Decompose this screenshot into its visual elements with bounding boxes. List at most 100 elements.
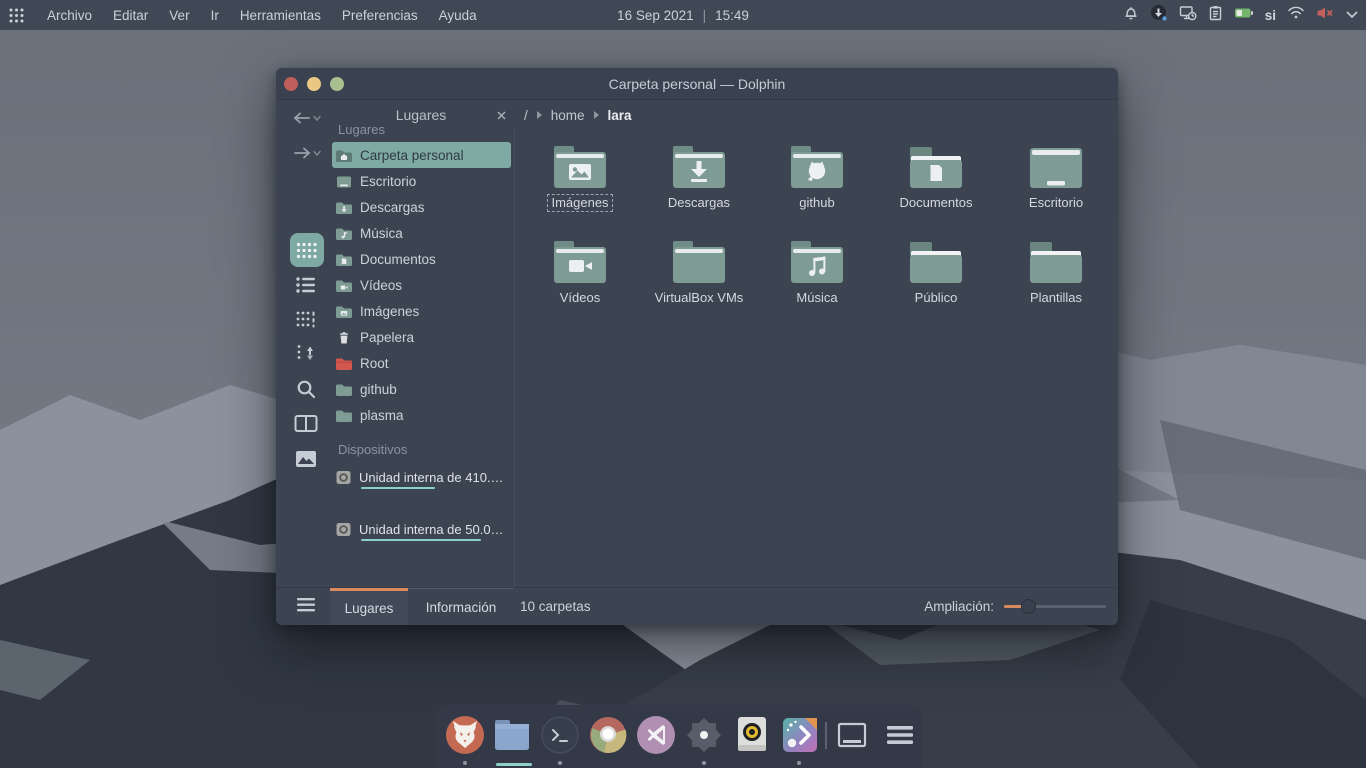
split-view-button[interactable] [288,414,324,433]
folder-musica[interactable]: Música [761,239,873,307]
graphics-app-icon[interactable] [780,715,820,755]
forward-button[interactable] [288,146,324,160]
sidebar-item-imagenes[interactable]: Imágenes [332,298,511,324]
keyboard-layout-indicator[interactable]: si [1265,8,1276,23]
breadcrumb-arrow-icon [594,111,599,119]
wifi-icon[interactable] [1287,5,1305,25]
dock [437,705,922,768]
search-icon[interactable] [288,378,324,400]
app-grid-icon[interactable] [8,7,25,24]
system-tray: si [1123,0,1358,30]
back-button[interactable] [288,111,324,125]
menu-ir[interactable]: Ir [209,6,221,25]
sidebar-item-carpeta-personal[interactable]: Carpeta personal [332,142,511,168]
breadcrumb-arrow-icon [537,111,542,119]
breadcrumb-home[interactable]: home [551,108,585,123]
terminal-icon[interactable] [540,715,580,755]
display-clock-icon[interactable] [1179,5,1197,26]
dolphin-window: Carpeta personal — Dolphin Lugares / hom… [276,68,1118,625]
chromium-icon[interactable] [588,715,628,755]
breadcrumb-root[interactable]: / [524,108,528,123]
clock-separator: | [703,8,707,23]
zoom-slider[interactable] [1004,605,1106,608]
sidebar-item-documentos[interactable]: Documentos [332,246,511,272]
app-menu-icon[interactable] [880,715,920,755]
desktop-icon [335,174,353,189]
running-indicator [702,761,706,765]
free-space-bar [361,539,481,541]
sidebar-item-root[interactable]: Root [332,350,511,376]
running-indicator [463,761,467,765]
compact-view-button[interactable] [288,309,324,329]
folder-escritorio[interactable]: Escritorio [1000,144,1112,212]
folder-github[interactable]: github [761,144,873,212]
breadcrumb-lara[interactable]: lara [608,108,632,123]
battery-icon[interactable] [1234,6,1254,25]
folder-publico[interactable]: Público [880,239,992,307]
sidebar-item-plasma[interactable]: plasma [332,402,511,428]
vscodium-icon[interactable] [636,715,676,755]
settings-icon[interactable] [684,715,724,755]
folder-documentos[interactable]: Documentos [880,144,992,212]
sidebar-device-1[interactable]: Unidad interna de 410.… [332,464,511,490]
sidebar-item-musica[interactable]: Música [332,220,511,246]
documents-folder-icon [335,252,353,267]
tab-lugares[interactable]: Lugares [330,588,408,625]
top-panel: Archivo Editar Ver Ir Herramientas Prefe… [0,0,1366,30]
free-space-bar [361,487,435,489]
sidebar-item-descargas[interactable]: Descargas [332,194,511,220]
videos-folder-icon [335,278,353,293]
chevron-down-icon[interactable] [1346,6,1358,24]
tab-informacion[interactable]: Información [408,588,514,625]
folder-descargas[interactable]: Descargas [643,144,755,212]
media-player-icon[interactable] [732,715,772,755]
updates-icon[interactable] [1150,4,1168,27]
folder-videos[interactable]: Vídeos [524,239,636,307]
menu-ayuda[interactable]: Ayuda [437,6,479,25]
clock[interactable]: 16 Sep 2021 | 15:49 [617,0,749,30]
downloads-folder-icon [335,200,353,215]
menu-herramientas[interactable]: Herramientas [238,6,323,25]
sidebar-item-papelera[interactable]: Papelera [332,324,511,350]
sidebar-item-escritorio[interactable]: Escritorio [332,168,511,194]
clock-time: 15:49 [715,8,749,23]
running-indicator [558,761,562,765]
menu-ver[interactable]: Ver [167,6,191,25]
trash-icon [335,330,353,345]
preview-icon[interactable] [288,450,324,468]
statusbar: Lugares Información 10 carpetas Ampliaci… [276,587,1118,625]
running-indicator [797,761,801,765]
notifications-bell-icon[interactable] [1123,5,1139,26]
firefox-icon[interactable] [445,715,485,755]
show-desktop-icon[interactable] [832,715,872,755]
root-folder-icon [335,356,353,371]
menu-archivo[interactable]: Archivo [45,6,94,25]
folder-view[interactable]: Imágenes Descargas github Documentos Esc… [516,130,1118,587]
home-folder-icon [335,148,353,163]
file-manager-icon[interactable] [492,715,532,755]
dock-separator [825,722,827,749]
menu-editar[interactable]: Editar [111,6,150,25]
devices-section-label: Dispositivos [338,442,508,457]
details-view-button[interactable] [288,275,324,295]
breadcrumb: / home lara [524,100,632,130]
icons-view-button[interactable] [290,233,324,267]
folder-imagenes[interactable]: Imágenes [524,144,636,212]
images-folder-icon [335,304,353,319]
panel-splitter[interactable] [514,130,515,587]
clipboard-icon[interactable] [1208,5,1223,26]
harddisk-icon [335,521,352,538]
folder-icon [335,382,353,397]
sidebar-device-2[interactable]: Unidad interna de 50.0… [332,516,511,542]
volume-muted-icon[interactable] [1316,5,1335,26]
folder-count-status: 10 carpetas [520,588,591,625]
folder-virtualbox-vms[interactable]: VirtualBox VMs [643,239,755,307]
sort-button[interactable] [288,343,324,363]
menu-preferencias[interactable]: Preferencias [340,6,420,25]
music-folder-icon [335,226,353,241]
zoom-slider-handle[interactable] [1021,599,1036,614]
sidebar-item-github[interactable]: github [332,376,511,402]
sidebar-item-videos[interactable]: Vídeos [332,272,511,298]
zoom-control: Ampliación: [924,588,1106,625]
folder-plantillas[interactable]: Plantillas [1000,239,1112,307]
